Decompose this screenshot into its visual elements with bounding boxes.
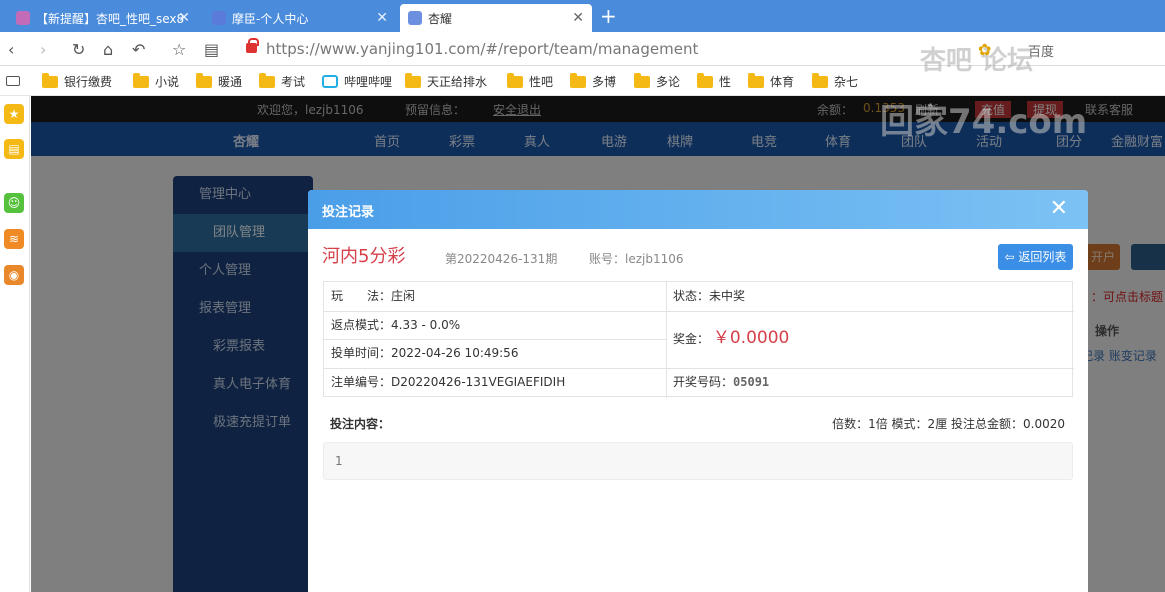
- forum-watermark: 杏吧 论坛: [920, 46, 1034, 76]
- folder-icon: [405, 72, 421, 88]
- forum-watermark-url: 回家74.com: [880, 102, 1088, 142]
- order-number: 注单编号：D20220426-131VEGIAEFIDIH: [331, 375, 566, 389]
- back-button-label: 返回列表: [1018, 250, 1067, 264]
- home-icon[interactable]: ⌂: [103, 40, 113, 59]
- folder-icon: [570, 72, 586, 88]
- url-input[interactable]: https://www.yanjing101.com/#/report/team…: [266, 40, 698, 58]
- folder-icon: [196, 72, 212, 88]
- prize-value: ￥0.0000: [712, 328, 790, 348]
- close-icon[interactable]: ✕: [1050, 196, 1068, 221]
- tab-favicon-icon: [16, 11, 30, 25]
- close-icon[interactable]: ✕: [572, 10, 584, 26]
- game-name: 河内5分彩: [322, 246, 406, 267]
- smiley-icon[interactable]: ☺: [4, 193, 24, 213]
- bookmark-item[interactable]: 天正给排水: [405, 72, 488, 90]
- sidebar-toggle-icon[interactable]: [6, 76, 20, 86]
- folder-icon: [507, 72, 523, 88]
- account-label: 账号：lezjb1106: [589, 252, 684, 266]
- tab-xingyao[interactable]: 杏耀 ✕: [400, 4, 592, 32]
- back-icon[interactable]: ‹: [8, 40, 14, 59]
- bet-content-box: 1: [323, 442, 1073, 480]
- prize: 奖金： ￥0.0000: [666, 324, 789, 353]
- close-icon[interactable]: ✕: [178, 10, 190, 26]
- bookmark-item[interactable]: 暖通: [196, 72, 243, 90]
- forward-icon[interactable]: ›: [40, 40, 46, 59]
- bookmark-item[interactable]: 多博: [570, 72, 617, 90]
- folder-icon: [259, 72, 275, 88]
- bookmark-label: 性吧: [529, 75, 554, 89]
- browser-side-strip: ★ ▤ ☺ ≋ ◉: [0, 96, 30, 592]
- bookmark-label: 银行缴费: [64, 75, 113, 89]
- bookmark-label: 暖通: [218, 75, 243, 89]
- bookmark-label: 小说: [155, 75, 180, 89]
- folder-icon: [42, 72, 58, 88]
- notes-icon[interactable]: ▤: [4, 139, 24, 159]
- play-value: 庄闲: [391, 289, 416, 303]
- draw-label: 开奖号码：: [673, 375, 734, 389]
- undo-icon[interactable]: ↶: [132, 40, 145, 59]
- issue-number: 第20220426-131期: [445, 252, 558, 266]
- bookmark-item[interactable]: 杂七: [812, 72, 859, 90]
- close-icon[interactable]: ✕: [376, 10, 388, 26]
- rebate-mode: 返点模式：4.33 - 0.0%: [331, 318, 461, 332]
- tab-mochen[interactable]: 摩臣-个人中心 ✕: [204, 4, 396, 32]
- bookmark-item[interactable]: 体育: [748, 72, 795, 90]
- bilibili-icon: [322, 75, 338, 88]
- bookmark-label: 天正给排水: [427, 75, 488, 89]
- rss-icon[interactable]: ≋: [4, 229, 24, 249]
- new-tab-button[interactable]: +: [600, 4, 617, 28]
- bet-content-label: 投注内容：: [330, 417, 391, 431]
- play-label: 玩 法：: [331, 289, 392, 303]
- bookmark-label: 哔哩哔哩: [344, 75, 393, 89]
- star-icon[interactable]: ☆: [172, 40, 186, 59]
- folder-icon: [133, 72, 149, 88]
- lock-icon: [246, 38, 259, 53]
- folder-icon: [748, 72, 764, 88]
- bet-content-value: 1: [335, 454, 343, 468]
- bookmark-label: 多博: [592, 75, 617, 89]
- tab-title: 摩臣-个人中心: [232, 11, 309, 26]
- bookmark-label: 杂七: [834, 75, 859, 89]
- bookmark-item[interactable]: 考试: [259, 72, 306, 90]
- bet-record-modal: 投注记录 ✕ 河内5分彩 第20220426-131期 账号：lezjb1106…: [308, 190, 1088, 592]
- browser-tab-bar: 【新提醒】杏吧_性吧_sex8 ✕ 摩臣-个人中心 ✕ 杏耀 ✕ +: [0, 0, 1165, 32]
- favorites-star-icon[interactable]: ★: [4, 104, 24, 124]
- tab-title: 杏耀: [428, 11, 453, 26]
- modal-title: 投注记录: [322, 205, 375, 220]
- bookmark-item[interactable]: 小说: [133, 72, 180, 90]
- bookmark-label: 多论: [656, 75, 681, 89]
- tab-xingba[interactable]: 【新提醒】杏吧_性吧_sex8 ✕: [8, 4, 198, 32]
- folder-icon: [634, 72, 650, 88]
- tab-favicon-icon: [212, 11, 226, 25]
- bookmark-item[interactable]: 哔哩哔哩: [322, 73, 392, 90]
- bookmark-item[interactable]: 性: [697, 72, 732, 90]
- arrow-left-icon: ⇦: [1004, 250, 1019, 264]
- bet-time: 投单时间：2022-04-26 10:49:56: [331, 346, 519, 360]
- back-to-list-button[interactable]: ⇦ 返回列表: [998, 244, 1073, 270]
- reader-icon[interactable]: ▤: [204, 40, 219, 59]
- bookmark-item[interactable]: 多论: [634, 72, 681, 90]
- bookmark-item[interactable]: 银行缴费: [42, 72, 113, 90]
- prize-label: 奖金：: [673, 332, 710, 346]
- tab-title: 【新提醒】杏吧_性吧_sex8: [36, 11, 185, 26]
- bet-summary: 倍数：1倍 模式：2厘 投注总金额：0.0020: [832, 417, 1065, 431]
- modal-header: 投注记录 ✕: [308, 190, 1088, 229]
- bookmark-label: 体育: [770, 75, 795, 89]
- reload-icon[interactable]: ↻: [72, 40, 85, 59]
- bookmark-item[interactable]: 性吧: [507, 72, 554, 90]
- bookmark-label: 性: [719, 75, 732, 89]
- draw-value: 05091: [733, 375, 770, 389]
- bee-extension-icon[interactable]: ✿: [978, 40, 991, 59]
- status-text: 状态：未中奖: [673, 289, 746, 303]
- play-type: 玩 法：庄闲: [324, 282, 415, 310]
- folder-icon: [697, 72, 713, 88]
- bookmark-label: 考试: [281, 75, 306, 89]
- draw-number: 开奖号码：05091: [666, 368, 769, 396]
- weibo-icon[interactable]: ◉: [4, 265, 24, 285]
- folder-icon: [812, 72, 828, 88]
- bet-detail-grid: 玩 法：庄闲 状态：未中奖 返点模式：4.33 - 0.0% 奖金： ￥0.00…: [323, 281, 1074, 398]
- tab-favicon-icon: [408, 11, 422, 25]
